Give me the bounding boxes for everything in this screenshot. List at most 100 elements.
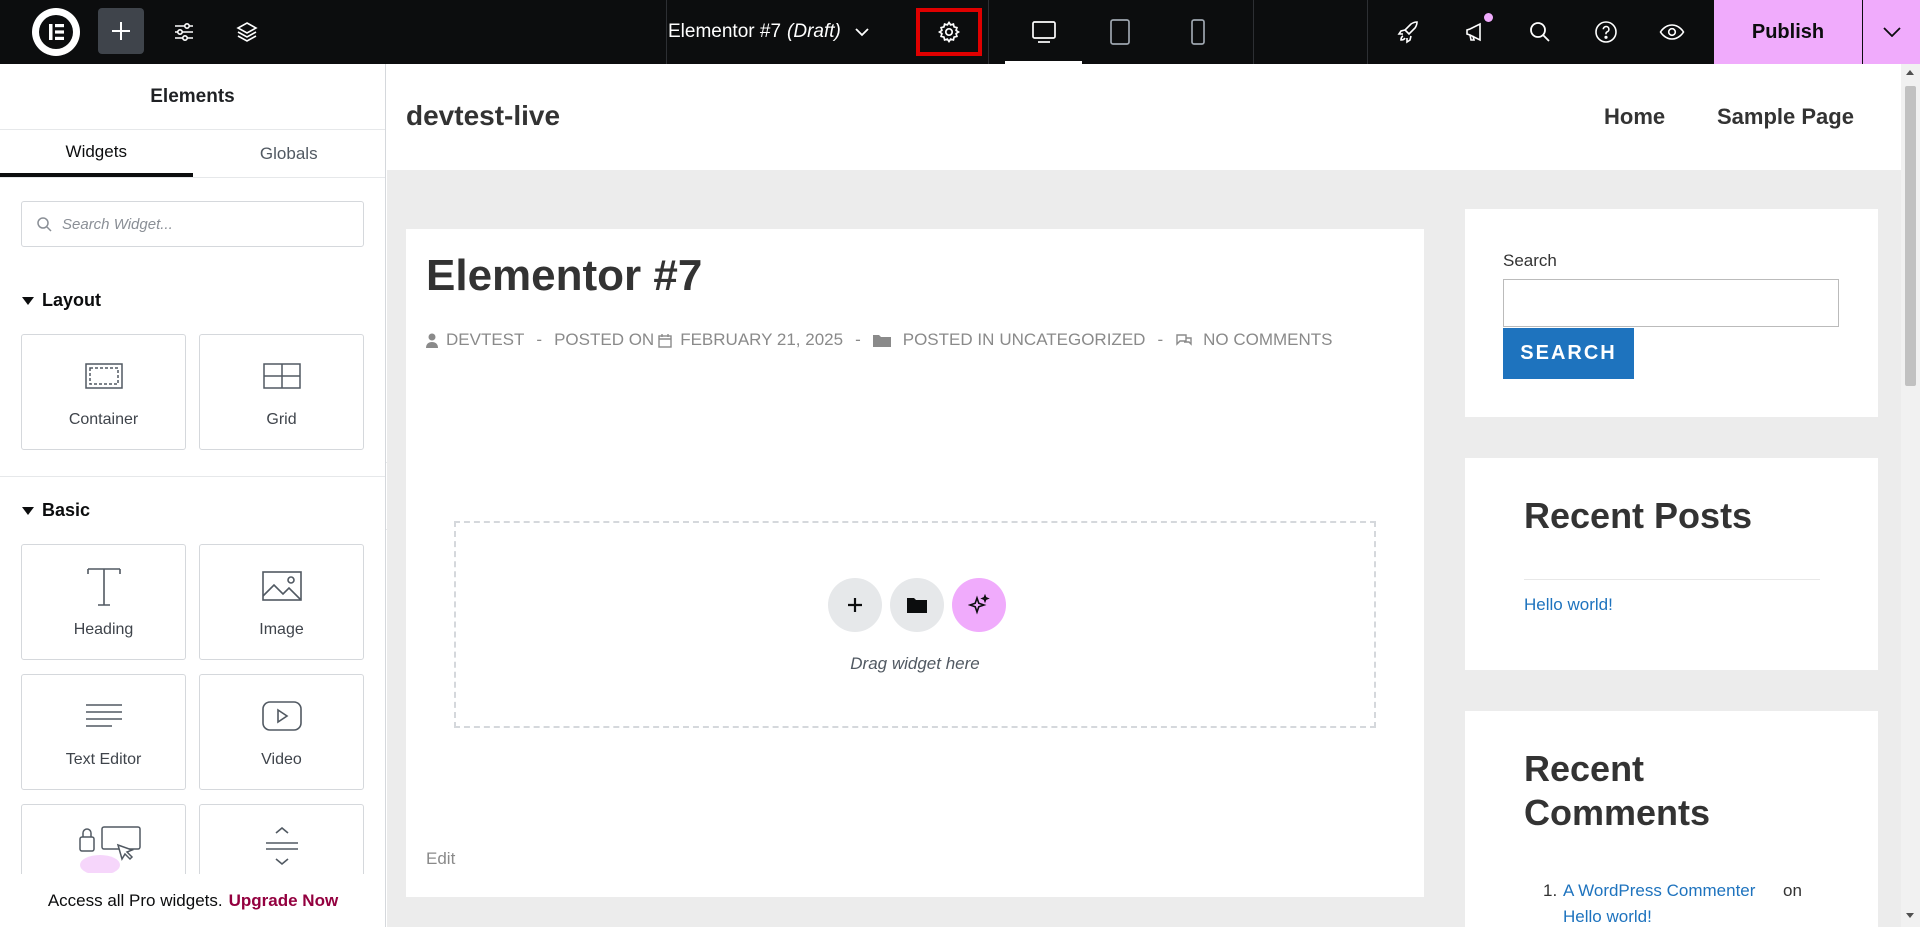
category-layout[interactable]: Layout <box>22 290 101 311</box>
divider <box>0 476 385 477</box>
widget-label: Grid <box>266 411 297 428</box>
post-meta: DEVTEST - POSTED ON FEBRUARY 21, 2025 - … <box>426 330 1333 350</box>
divider-icon <box>262 827 302 869</box>
nav-sample-page[interactable]: Sample Page <box>1717 104 1854 130</box>
help-button[interactable] <box>1587 0 1625 64</box>
search-icon <box>36 216 52 232</box>
image-icon <box>261 565 303 607</box>
chevron-down-icon <box>1882 27 1901 37</box>
publish-button[interactable]: Publish <box>1714 0 1862 64</box>
widget-container[interactable]: Container <box>21 334 186 450</box>
text-editor-icon <box>84 695 124 737</box>
desktop-view-button[interactable] <box>1005 0 1082 64</box>
category-basic[interactable]: Basic <box>22 500 90 521</box>
tablet-view-button[interactable] <box>1100 0 1140 64</box>
launchpad-button[interactable] <box>1390 0 1428 64</box>
video-icon <box>261 695 303 737</box>
tab-globals[interactable]: Globals <box>193 130 386 177</box>
add-section-button[interactable] <box>828 578 882 632</box>
site-settings-button[interactable] <box>165 0 203 64</box>
comments-icon <box>1175 333 1193 347</box>
desktop-icon <box>1031 20 1057 44</box>
widget-search[interactable] <box>21 201 364 247</box>
folder-icon <box>907 597 927 613</box>
widget-label: Image <box>259 621 304 638</box>
drop-zone-actions <box>828 578 1014 632</box>
widget-label: Heading <box>73 621 134 638</box>
caret-down-icon <box>22 506 34 515</box>
canvas-scrollbar[interactable] <box>1901 64 1920 927</box>
document-title-dropdown[interactable]: Elementor #7 (Draft) <box>668 0 906 64</box>
widget-text-editor[interactable]: Text Editor <box>21 674 186 790</box>
recent-post-link[interactable]: Hello world! <box>1524 595 1613 615</box>
finder-button[interactable] <box>1521 0 1559 64</box>
comment-index: 1. <box>1543 881 1558 900</box>
category-label: Basic <box>42 500 91 520</box>
help-icon <box>1594 20 1618 44</box>
scroll-thumb[interactable] <box>1905 86 1916 386</box>
scroll-down-arrow[interactable] <box>1906 913 1914 918</box>
post-category[interactable]: UNCATEGORIZED <box>999 330 1145 350</box>
add-element-button[interactable] <box>98 8 144 54</box>
edit-link[interactable]: Edit <box>426 849 455 869</box>
publish-options-button[interactable] <box>1863 0 1920 64</box>
sidebar-search-input[interactable] <box>1503 279 1839 327</box>
widget-image[interactable]: Image <box>199 544 364 660</box>
plus-icon <box>110 20 132 42</box>
preview-canvas: devtest-live Home Sample Page Elementor … <box>387 64 1901 927</box>
document-status: (Draft) <box>787 21 841 42</box>
widget-video[interactable]: Video <box>199 674 364 790</box>
meta-separator: - <box>536 330 543 349</box>
sidebar-search-button[interactable]: SEARCH <box>1503 328 1634 379</box>
scroll-up-arrow[interactable] <box>1906 70 1914 75</box>
preview-button[interactable] <box>1653 0 1691 64</box>
panel-tabs: Widgets Globals <box>0 130 385 178</box>
tablet-icon <box>1109 18 1131 46</box>
tab-widgets[interactable]: Widgets <box>0 130 193 177</box>
recent-posts-title: Recent Posts <box>1524 495 1753 536</box>
site-title[interactable]: devtest-live <box>406 100 560 132</box>
cursor-click-icon <box>62 826 154 873</box>
plus-icon <box>846 596 864 614</box>
panel-title: Elements <box>0 64 385 130</box>
upgrade-now-link[interactable]: Upgrade Now <box>229 891 339 911</box>
post-author[interactable]: DEVTEST <box>446 330 524 350</box>
widget-heading[interactable]: Heading <box>21 544 186 660</box>
comment-post-link[interactable]: Hello world! <box>1563 907 1652 927</box>
divider <box>1524 579 1820 580</box>
divider <box>1367 0 1368 64</box>
post-comments-count[interactable]: NO COMMENTS <box>1203 330 1332 350</box>
container-icon <box>84 355 124 397</box>
nav-home[interactable]: Home <box>1604 104 1665 130</box>
posted-in-label: POSTED IN <box>902 330 995 349</box>
notification-dot <box>1484 13 1493 22</box>
comment-author-link[interactable]: A WordPress Commenter <box>1563 881 1755 901</box>
category-label: Layout <box>42 290 102 310</box>
folder-icon <box>872 333 891 347</box>
recent-comments-widget: Recent Comments 1. A WordPress Commenter… <box>1465 711 1878 927</box>
add-template-button[interactable] <box>890 578 944 632</box>
whats-new-button[interactable] <box>1456 0 1494 64</box>
page-settings-button[interactable] <box>916 8 982 56</box>
site-header: devtest-live Home Sample Page <box>387 64 1901 170</box>
post-article: Elementor #7 DEVTEST - POSTED ON FEBRUAR… <box>406 229 1424 897</box>
rocket-icon <box>1397 20 1421 44</box>
elements-panel: Elements Widgets Globals Layout Containe… <box>0 64 386 927</box>
ai-build-button[interactable] <box>952 578 1006 632</box>
post-date[interactable]: FEBRUARY 21, 2025 <box>680 330 843 350</box>
caret-down-icon <box>22 296 34 305</box>
elementor-logo-icon[interactable] <box>32 8 80 56</box>
sparkles-icon <box>968 594 990 616</box>
structure-button[interactable] <box>228 0 266 64</box>
sliders-icon <box>172 20 196 44</box>
top-bar: Elementor #7 (Draft) Publish <box>0 0 1920 64</box>
user-icon <box>426 333 438 348</box>
mobile-view-button[interactable] <box>1178 0 1218 64</box>
posted-on-label: POSTED ON <box>554 330 655 349</box>
eye-icon <box>1659 20 1685 44</box>
comment-on-text: on <box>1783 881 1802 900</box>
widget-grid[interactable]: Grid <box>199 334 364 450</box>
widget-drop-zone[interactable]: Drag widget here <box>454 521 1376 728</box>
search-widget-input[interactable] <box>62 215 342 233</box>
chevron-down-icon <box>855 27 869 37</box>
